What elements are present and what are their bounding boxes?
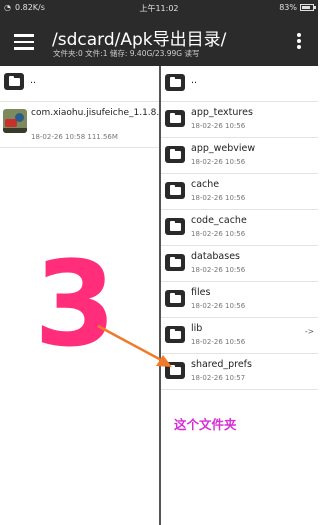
folder-name: app_textures (191, 107, 253, 118)
folder-row-cache[interactable]: cache 18-02-26 10:56 (161, 174, 318, 210)
folder-meta: 18-02-26 10:56 (191, 230, 246, 238)
battery-fill (302, 6, 310, 9)
folder-meta: 18-02-26 10:56 (191, 194, 246, 202)
folder-row-code-cache[interactable]: code_cache 18-02-26 10:56 (161, 210, 318, 246)
parent-folder-label: .. (30, 75, 37, 86)
battery-icon (300, 4, 316, 11)
folder-icon (165, 218, 185, 235)
file-meta: 18-02-26 10:58 111.56M (31, 133, 118, 141)
annotation-caption: 这个文件夹 (174, 417, 237, 432)
folder-meta: 18-02-26 10:56 (191, 158, 246, 166)
file-row-apk[interactable]: com.xiaohu.jisufeiche_1.1.8.apk 18-02-26… (0, 102, 159, 148)
symlink-tag: -> (305, 327, 314, 336)
folder-icon (165, 146, 185, 163)
folder-icon (165, 182, 185, 199)
battery-percent: 83% (279, 3, 297, 12)
folder-icon (4, 73, 24, 90)
status-bar: ◔ 0.82K/s 上午11:02 83% (0, 0, 318, 17)
folder-name: cache (191, 179, 220, 190)
status-time: 上午11:02 (139, 4, 179, 13)
parent-folder-row[interactable]: .. (161, 66, 318, 102)
folder-icon (165, 290, 185, 307)
folder-icon (165, 326, 185, 343)
folder-row-databases[interactable]: databases 18-02-26 10:56 (161, 246, 318, 282)
folder-icon (165, 110, 185, 127)
file-name: com.xiaohu.jisufeiche_1.1.8.apk (31, 108, 159, 118)
parent-folder-row[interactable]: .. (0, 66, 159, 102)
menu-icon[interactable] (14, 34, 34, 50)
storage-info: 文件夹:0 文件:1 储存: 9.40G/23.99G 读写 (53, 49, 200, 58)
folder-name: shared_prefs (191, 359, 252, 370)
folder-row-shared-prefs[interactable]: shared_prefs 18-02-26 10:57 (161, 354, 318, 390)
folder-icon (165, 254, 185, 271)
folder-name: databases (191, 251, 240, 262)
folder-row-app-webview[interactable]: app_webview 18-02-26 10:56 (161, 138, 318, 174)
folder-row-app-textures[interactable]: app_textures 18-02-26 10:56 (161, 102, 318, 138)
current-path-title: /sdcard/Apk导出目录/ (52, 30, 227, 50)
folder-meta: 18-02-26 10:56 (191, 266, 246, 274)
folder-row-lib[interactable]: lib 18-02-26 10:56 -> (161, 318, 318, 354)
status-right: 83% (279, 3, 316, 12)
folder-icon (165, 74, 185, 91)
folder-name: lib (191, 323, 203, 334)
apk-icon (3, 109, 27, 133)
folder-meta: 18-02-26 10:56 (191, 122, 246, 130)
more-options-icon[interactable] (296, 33, 302, 51)
folder-meta: 18-02-26 10:56 (191, 338, 246, 346)
folder-meta: 18-02-26 10:56 (191, 302, 246, 310)
folder-icon (165, 362, 185, 379)
folder-meta: 18-02-26 10:57 (191, 374, 246, 382)
folder-name: files (191, 287, 211, 298)
step-number-annotation: 3 (34, 235, 117, 373)
app-toolbar: /sdcard/Apk导出目录/ 文件夹:0 文件:1 储存: 9.40G/23… (0, 17, 318, 66)
folder-row-files[interactable]: files 18-02-26 10:56 (161, 282, 318, 318)
folder-name: app_webview (191, 143, 256, 154)
folder-name: code_cache (191, 215, 247, 226)
parent-folder-label: .. (191, 75, 198, 86)
right-file-pane: .. app_textures 18-02-26 10:56 app_webvi… (161, 66, 318, 525)
